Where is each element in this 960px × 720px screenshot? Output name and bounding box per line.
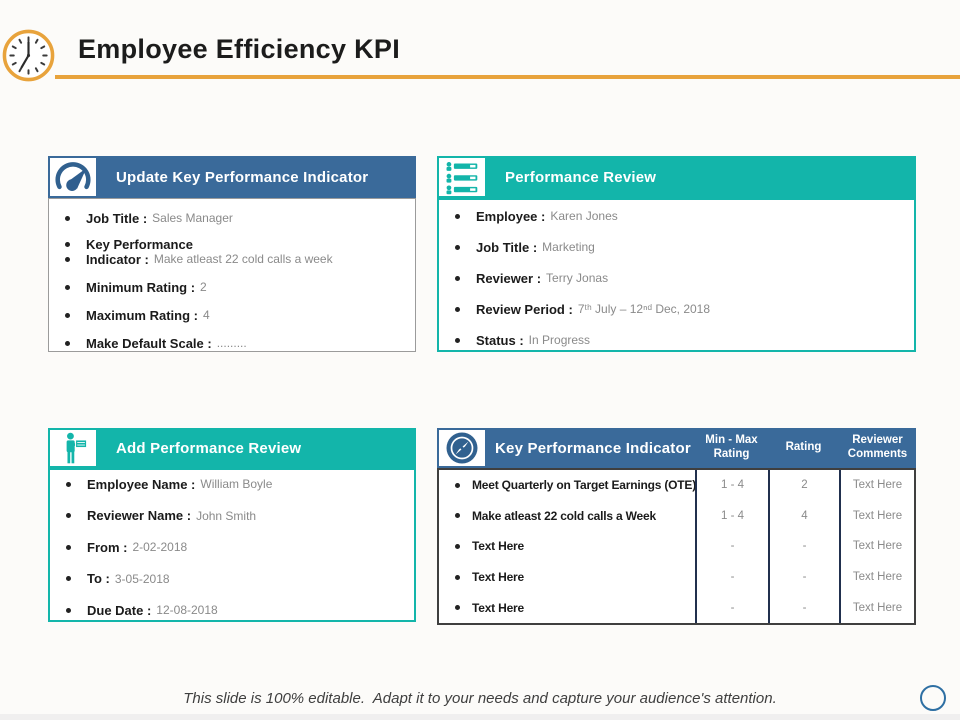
bullet-icon (65, 256, 70, 262)
list-item: Job Title : Sales Manager (49, 210, 415, 226)
compass-icon (439, 430, 485, 466)
kpi-table-header: Key Performance Indicator Min - Max Rati… (437, 428, 916, 468)
gauge-icon (50, 158, 96, 196)
panel-body-performance-review: Employee : Karen Jones Job Title : Marketi… (437, 198, 916, 352)
list-item: Due Date :12-08-2018 (50, 602, 414, 618)
page-title: Employee Efficiency KPI (78, 34, 401, 64)
bullet-icon (66, 544, 71, 550)
footer-note: This slide is 100% editable. Adapt it to… (183, 690, 777, 707)
bullet-icon (455, 275, 460, 281)
panel-title-kpi-table: Key Performance Indicator (495, 439, 691, 457)
panel-title-performance-review: Performance Review (505, 168, 657, 186)
bullet-icon (455, 244, 460, 250)
list-item: Maximum Rating :4 (49, 307, 415, 323)
list-item: Key Performance (49, 236, 415, 252)
panel-body-update-kpi: Job Title : Sales Manager Key Performance… (48, 198, 416, 352)
bullet-icon (65, 215, 70, 221)
table-row: Text Here - - Text Here (439, 561, 914, 593)
panel-header-add-performance-review: Add Performance Review (48, 428, 416, 468)
person-sign-icon (50, 430, 96, 466)
panel-title-update-kpi: Update Key Performance Indicator (116, 168, 369, 186)
panel-kpi-table: Key Performance Indicator Min - Max Rati… (437, 428, 916, 625)
panel-header-update-kpi: Update Key Performance Indicator (48, 156, 416, 198)
table-row: Text Here - - Text Here (439, 592, 914, 623)
table-row: Make atleast 22 cold calls a Week 1 - 4 … (439, 500, 914, 532)
bullet-icon (66, 513, 71, 518)
panel-performance-review: Performance Review Employee : Karen Jones… (437, 156, 916, 352)
panel-update-kpi: Update Key Performance Indicator Job Tit… (48, 156, 416, 352)
list-item: Job Title : Marketing (439, 239, 914, 255)
clock-icon (2, 29, 55, 82)
list-item: To :3-05-2018 (50, 571, 414, 587)
people-list-icon (439, 158, 485, 196)
bullet-icon (455, 306, 460, 312)
bullet-icon (455, 337, 460, 343)
list-item: Status : In Progress (439, 332, 914, 348)
bullet-icon (66, 607, 71, 613)
list-item: Employee Name : William Boyle (50, 476, 414, 492)
list-item: Employee : Karen Jones (439, 208, 914, 224)
title-underline (55, 75, 960, 79)
list-item: Reviewer : Terry Jonas (439, 270, 914, 286)
bullet-icon (65, 340, 70, 346)
column-header-min-max: Min - Max Rating (705, 434, 758, 460)
bullet-icon (66, 481, 71, 487)
bullet-icon (65, 312, 70, 318)
bullet-icon (455, 213, 460, 219)
bullet-icon (65, 241, 70, 247)
column-header-rating: Rating (785, 441, 822, 454)
bullet-icon (455, 574, 460, 580)
slide: Employee Efficiency KPI Update Key Perfo… (0, 0, 960, 720)
brand-circle-icon (920, 685, 946, 711)
list-item: Make Default Scale :......... (49, 335, 415, 351)
list-item: Reviewer Name : John Smith (50, 508, 414, 524)
panel-title-add-performance-review: Add Performance Review (116, 439, 302, 457)
list-item: Review Period :7ᵗʰ July – 12ⁿᵈ Dec, 2018 (439, 301, 914, 317)
list-item: From :2-02-2018 (50, 539, 414, 555)
bottom-strip (0, 714, 960, 720)
bullet-icon (455, 605, 460, 611)
bullet-icon (65, 284, 70, 290)
bullet-icon (66, 576, 71, 581)
list-item: Minimum Rating :2 (49, 279, 415, 295)
list-item: Indicator : Make atleast 22 cold calls a … (49, 251, 415, 267)
bullet-icon (455, 482, 460, 488)
table-row: Text Here - - Text Here (439, 531, 914, 562)
bullet-icon (455, 543, 460, 549)
panel-add-performance-review: Add Performance Review Employee Name : Wi… (48, 428, 416, 622)
panel-header-performance-review: Performance Review (437, 156, 916, 198)
kpi-table-body: Meet Quarterly on Target Earnings (OTE) … (437, 468, 916, 625)
panel-body-add-performance-review: Employee Name : William Boyle Reviewer Na… (48, 468, 416, 622)
column-header-reviewer-comments: Reviewer Comments (847, 434, 908, 460)
table-row: Meet Quarterly on Target Earnings (OTE) … (439, 470, 914, 501)
bullet-icon (455, 513, 460, 519)
